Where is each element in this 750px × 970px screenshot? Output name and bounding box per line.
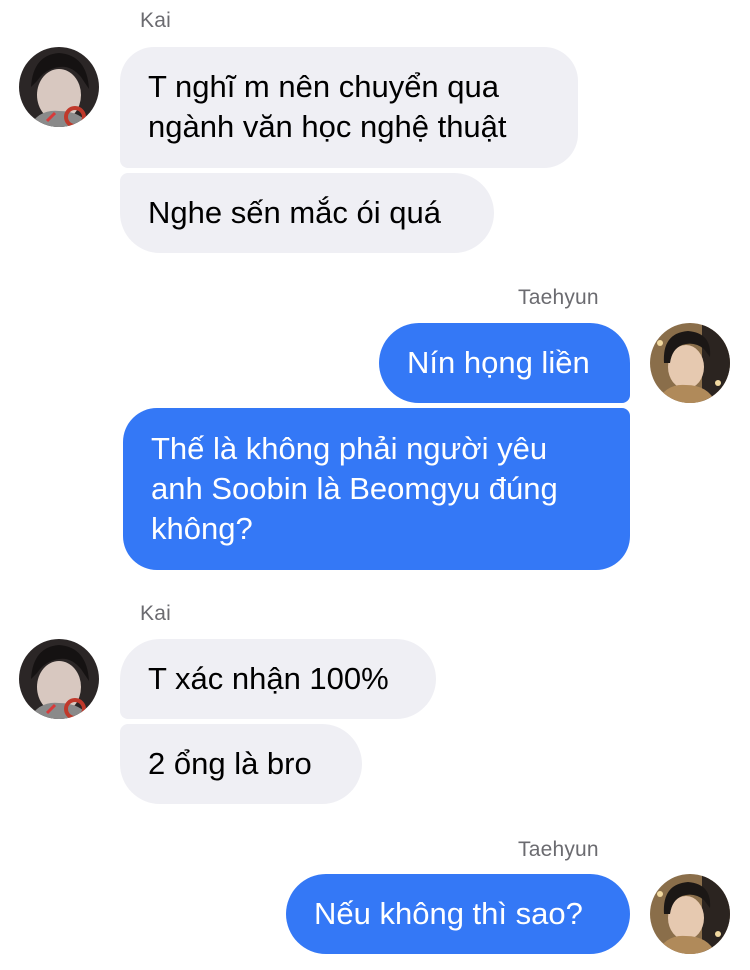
message-text-line: Nín họng liền bbox=[407, 345, 590, 380]
taehyun-avatar-icon bbox=[650, 874, 730, 954]
avatar[interactable] bbox=[19, 47, 99, 127]
message-text-line: ngành văn học nghệ thuật bbox=[148, 109, 507, 144]
message-bubble[interactable]: 2 ổng là bro bbox=[120, 724, 362, 804]
avatar[interactable] bbox=[19, 639, 99, 719]
message-bubble[interactable]: T xác nhận 100% bbox=[120, 639, 436, 719]
message-bubble[interactable]: Nghe sến mắc ói quá bbox=[120, 173, 494, 253]
message-bubble[interactable]: Nếu không thì sao? bbox=[286, 874, 630, 954]
message-bubble[interactable]: T nghĩ m nên chuyển qua ngành văn học ng… bbox=[120, 47, 578, 168]
message-text-line: T xác nhận 100% bbox=[148, 661, 389, 696]
message-text-line: Thế là không phải người yêu bbox=[151, 431, 548, 466]
message-text-line: Nếu không thì sao? bbox=[314, 896, 583, 931]
message-text-line: Nghe sến mắc ói quá bbox=[148, 195, 441, 230]
message-text-line: không? bbox=[151, 511, 253, 546]
message-text-line: anh Soobin là Beomgyu đúng bbox=[151, 471, 558, 506]
sender-name: Kai bbox=[140, 9, 171, 32]
message-bubble[interactable]: Nín họng liền bbox=[379, 323, 630, 403]
avatar[interactable] bbox=[650, 323, 730, 403]
taehyun-avatar-icon bbox=[650, 323, 730, 403]
kai-avatar-icon bbox=[19, 639, 99, 719]
avatar[interactable] bbox=[650, 874, 730, 954]
sender-name: Taehyun bbox=[518, 838, 599, 861]
message-text-line: 2 ổng là bro bbox=[148, 746, 312, 781]
sender-name: Taehyun bbox=[518, 286, 599, 309]
message-text-line: T nghĩ m nên chuyển qua bbox=[148, 69, 500, 104]
message-bubble[interactable]: Thế là không phải người yêu anh Soobin l… bbox=[123, 408, 630, 570]
kai-avatar-icon bbox=[19, 47, 99, 127]
sender-name: Kai bbox=[140, 602, 171, 625]
